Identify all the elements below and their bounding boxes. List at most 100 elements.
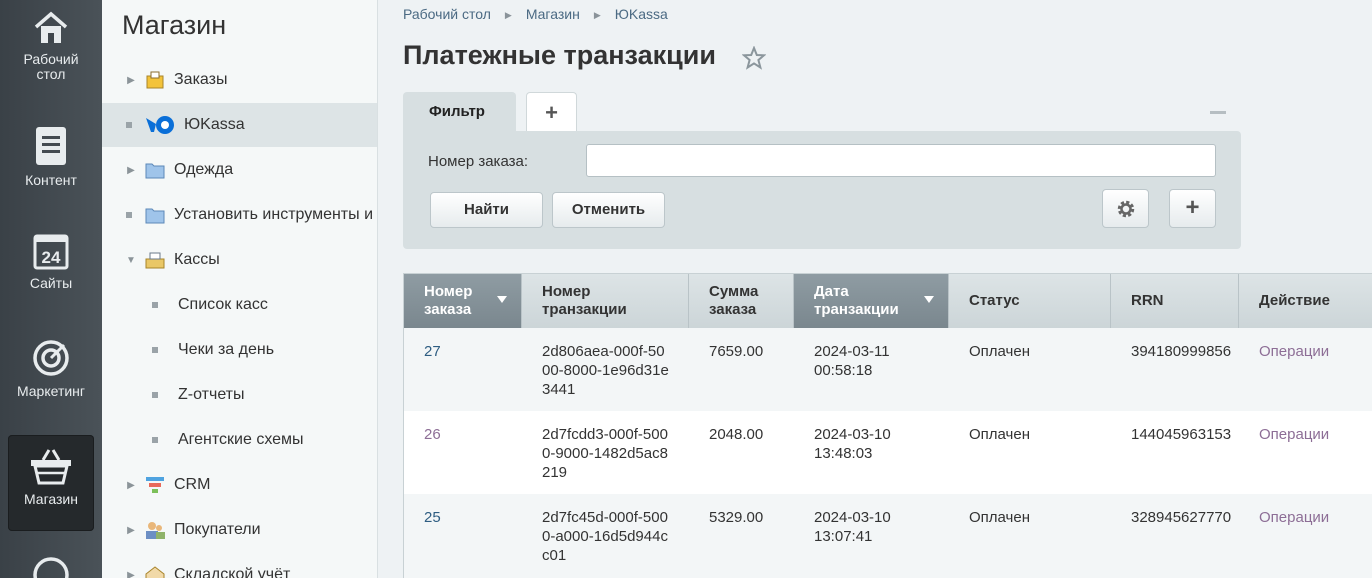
calendar-24-icon: 24	[33, 234, 69, 270]
filter-panel: Номер заказа: Найти Отменить +	[403, 131, 1241, 249]
breadcrumb: Рабочий стол ▶ Магазин ▶ ЮKassa	[403, 6, 668, 24]
column-header-rrn[interactable]: RRN	[1111, 274, 1239, 328]
menu-item-label: Одежда	[174, 161, 234, 178]
order-link[interactable]: 26	[424, 425, 441, 444]
menu-item-yookassa[interactable]: ЮKassa	[102, 103, 377, 147]
menu-item-label: Z-отчеты	[178, 386, 245, 403]
table-row[interactable]: 27 2d806aea-000f-5000-8000-1e96d31e3441 …	[404, 328, 1372, 411]
operations-link[interactable]: Операции	[1259, 425, 1329, 444]
bullet-icon	[152, 302, 158, 308]
left-panel: Рабочий стол Контент 24 Сайты Маркетинг	[0, 0, 102, 578]
expand-arrow-icon[interactable]: ▶	[124, 165, 138, 176]
menu-item-customers[interactable]: ▶ Покупатели	[102, 508, 377, 552]
status-text: Оплачен	[969, 343, 1030, 360]
order-number-label: Номер заказа:	[428, 153, 529, 170]
svg-text:24: 24	[42, 248, 61, 267]
menu-item-label: ЮKassa	[184, 116, 245, 133]
collapse-filter-icon[interactable]	[1210, 111, 1226, 114]
column-header-label: Действие	[1259, 292, 1330, 309]
breadcrumb-item[interactable]: Магазин	[526, 6, 580, 24]
breadcrumb-item[interactable]: ЮKassa	[615, 6, 668, 24]
rrn-value: 144045963153	[1131, 426, 1232, 443]
order-link[interactable]: 27	[424, 342, 441, 361]
gear-icon	[1117, 200, 1134, 217]
panel-item-content[interactable]: Контент	[0, 125, 102, 188]
menu-item-agent-schemes[interactable]: Агентские схемы	[102, 418, 377, 462]
folder-icon	[144, 204, 166, 226]
panel-item-desktop[interactable]: Рабочий стол	[0, 10, 102, 82]
section-menu: Магазин ▶ Заказы ЮKassa ▶ Одежда Установ…	[102, 0, 378, 578]
menu-item-cash-registers[interactable]: ▼ Кассы	[102, 238, 377, 282]
orders-icon	[144, 69, 166, 91]
cancel-button[interactable]: Отменить	[552, 192, 665, 228]
transaction-id: 2d7fc45d-000f-5000-a000-16d5d944cc01	[542, 509, 668, 564]
add-filter-field-button[interactable]: +	[1169, 189, 1216, 228]
column-header-action[interactable]: Действие	[1239, 274, 1372, 328]
operations-link[interactable]: Операции	[1259, 342, 1329, 361]
warehouse-icon	[144, 564, 166, 578]
expand-arrow-icon[interactable]: ▶	[124, 480, 138, 491]
rrn-value: 328945627770	[1131, 509, 1232, 526]
column-header-transaction[interactable]: Номер транзакции	[522, 274, 689, 328]
panel-item-shop[interactable]: Магазин	[0, 448, 102, 507]
operations-link[interactable]: Операции	[1259, 508, 1329, 527]
panel-item-sites[interactable]: 24 Сайты	[0, 232, 102, 291]
menu-item-register-list[interactable]: Список касс	[102, 283, 377, 327]
status-text: Оплачен	[969, 509, 1030, 526]
expand-arrow-icon[interactable]: ▶	[124, 75, 138, 86]
panel-item-marketing[interactable]: Маркетинг	[0, 338, 102, 399]
panel-item-label: Маркетинг	[16, 383, 86, 399]
expand-arrow-icon[interactable]: ▶	[124, 570, 138, 578]
expand-arrow-icon[interactable]: ▶	[124, 525, 138, 536]
basket-icon	[31, 449, 71, 485]
main-content: Рабочий стол ▶ Магазин ▶ ЮKassa Платежны…	[378, 0, 1372, 578]
column-header-label: Статус	[969, 292, 1020, 309]
column-header-status[interactable]: Статус	[949, 274, 1111, 328]
column-header-label: Номер заказа	[424, 283, 473, 318]
column-header-date[interactable]: Дата транзакции	[794, 274, 949, 328]
sort-arrow-icon	[924, 296, 934, 303]
bullet-icon	[126, 212, 132, 218]
collapse-arrow-icon[interactable]: ▼	[124, 255, 138, 266]
menu-item-label: CRM	[174, 476, 211, 493]
bullet-icon	[152, 392, 158, 398]
column-header-label: Дата транзакции	[814, 283, 899, 318]
column-header-sum[interactable]: Сумма заказа	[689, 274, 794, 328]
panel-item-more[interactable]	[0, 556, 102, 578]
order-sum: 5329.00	[709, 509, 764, 526]
favorite-star-icon[interactable]	[742, 46, 766, 70]
menu-item-crm[interactable]: ▶ CRM	[102, 463, 377, 507]
sort-arrow-icon	[497, 296, 507, 303]
folder-icon	[144, 159, 166, 181]
target-icon	[33, 340, 69, 376]
panel-item-label: Сайты	[29, 275, 73, 291]
column-header-order[interactable]: Номер заказа	[404, 274, 522, 328]
menu-item-daily-receipts[interactable]: Чеки за день	[102, 328, 377, 372]
find-button[interactable]: Найти	[430, 192, 543, 228]
menu-item-label: Чеки за день	[178, 341, 275, 358]
transaction-date: 2024-03-10 13:07:41	[814, 509, 891, 545]
menu-item-install-tools[interactable]: Установить инструменты и	[102, 193, 377, 237]
menu-item-label: Установить инструменты и	[174, 206, 374, 223]
order-link[interactable]: 25	[424, 508, 441, 527]
transaction-date: 2024-03-10 13:48:03	[814, 426, 891, 462]
order-number-input[interactable]	[586, 144, 1216, 177]
transaction-id: 2d7fcdd3-000f-5000-9000-1482d5ac8219	[542, 426, 668, 481]
customers-icon	[144, 519, 166, 541]
menu-item-orders[interactable]: ▶ Заказы	[102, 58, 377, 102]
table-row[interactable]: 26 2d7fcdd3-000f-5000-9000-1482d5ac8219 …	[404, 411, 1372, 494]
transactions-table: Номер заказа Номер транзакции Сумма зака…	[403, 273, 1372, 578]
crm-funnel-icon	[144, 474, 166, 496]
breadcrumb-item[interactable]: Рабочий стол	[403, 6, 491, 24]
tab-filter[interactable]: Фильтр	[403, 92, 516, 132]
column-header-label: RRN	[1131, 292, 1164, 309]
transaction-date: 2024-03-11 00:58:18	[814, 343, 890, 379]
add-filter-tab-button[interactable]: +	[526, 92, 577, 132]
table-row[interactable]: 25 2d7fc45d-000f-5000-a000-16d5d944cc01 …	[404, 494, 1372, 578]
filter-settings-button[interactable]	[1102, 189, 1149, 228]
menu-item-z-reports[interactable]: Z-отчеты	[102, 373, 377, 417]
order-sum: 7659.00	[709, 343, 764, 360]
bullet-icon	[152, 437, 158, 443]
menu-item-clothes[interactable]: ▶ Одежда	[102, 148, 377, 192]
menu-item-warehouse[interactable]: ▶ Складской учёт	[102, 553, 377, 578]
